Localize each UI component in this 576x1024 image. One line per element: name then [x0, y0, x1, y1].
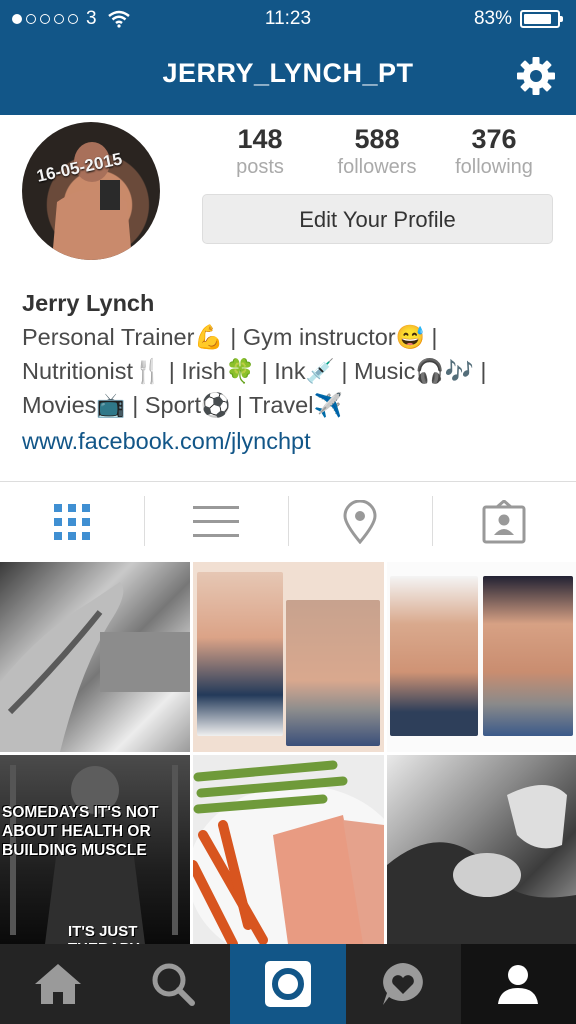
stat-label: followers: [337, 156, 417, 178]
photo-grid: SOMEDAYS IT'S NOT ABOUT HEALTH OR BUILDI…: [0, 562, 576, 944]
battery-icon: [520, 10, 563, 28]
grid-icon: [54, 504, 90, 540]
status-bar: 3 11:23 83%: [0, 0, 576, 38]
stat-label: following: [455, 156, 533, 178]
post-thumbnail[interactable]: [193, 562, 384, 752]
camera-icon: [265, 961, 311, 1007]
activity-heart-icon: [383, 963, 424, 1005]
bio-line: Nutritionist🍴 | Irish🍀 | Ink💉 | Music🎧🎶 …: [22, 358, 487, 384]
avatar[interactable]: 16-05-2015: [22, 122, 160, 260]
battery-percent: 83%: [473, 8, 512, 29]
search-icon: [152, 963, 195, 1006]
tab-grid-view[interactable]: [0, 482, 144, 562]
nav-home[interactable]: [0, 944, 115, 1024]
post-thumbnail[interactable]: [0, 562, 190, 752]
stat-following[interactable]: 376 following: [434, 124, 554, 179]
bicep-photo: [0, 582, 190, 752]
profile-name: Jerry Lynch: [22, 290, 155, 316]
nav-camera[interactable]: [230, 944, 346, 1024]
post-thumbnail[interactable]: [193, 755, 384, 944]
battery-status: 83%: [473, 8, 563, 30]
gear-icon[interactable]: [516, 56, 556, 96]
bottom-navigation: [0, 944, 576, 1024]
quote-text-bottom: IT'S JUST THERAPY: [68, 923, 140, 944]
nav-search[interactable]: [115, 944, 230, 1024]
avatar-photo: [52, 142, 132, 260]
list-icon: [193, 506, 239, 537]
stat-number: 588: [354, 124, 400, 154]
tagged-person-icon: [482, 500, 526, 544]
post-thumbnail[interactable]: SOMEDAYS IT'S NOT ABOUT HEALTH OR BUILDI…: [0, 755, 190, 944]
post-thumbnail[interactable]: [387, 755, 576, 944]
post-thumbnail[interactable]: [387, 562, 576, 752]
profile-view-tabs: [0, 482, 576, 562]
home-icon: [34, 964, 81, 1004]
stat-posts[interactable]: 148 posts: [200, 124, 320, 179]
tab-location-view[interactable]: [288, 482, 432, 562]
profile-icon: [498, 965, 539, 1004]
map-pin-icon: [343, 500, 377, 544]
quote-text-top: SOMEDAYS IT'S NOT ABOUT HEALTH OR BUILDI…: [2, 804, 159, 859]
bio-line: Movies📺 | Sport⚽ | Travel✈️: [22, 392, 343, 418]
stat-followers[interactable]: 588 followers: [317, 124, 437, 179]
profile-username: JERRY_LYNCH_PT: [162, 58, 414, 88]
tab-tagged-view[interactable]: [432, 482, 576, 562]
baby-hand-photo: [387, 785, 576, 944]
nav-activity[interactable]: [346, 944, 461, 1024]
profile-bio: Jerry Lynch Personal Trainer💪 | Gym inst…: [22, 286, 562, 458]
meal-photo: [193, 760, 384, 944]
stat-number: 148: [237, 124, 283, 154]
tab-list-view[interactable]: [144, 482, 288, 562]
bio-line: Personal Trainer💪 | Gym instructor😅 |: [22, 324, 438, 350]
edit-profile-button[interactable]: Edit Your Profile: [202, 194, 553, 244]
nav-profile[interactable]: [460, 944, 576, 1024]
header-bar: 3 11:23 83% JERRY_LYNCH_PT: [0, 0, 576, 115]
stat-number: 376: [471, 124, 517, 154]
profile-website-link[interactable]: www.facebook.com/jlynchpt: [22, 424, 562, 458]
stat-label: posts: [236, 156, 284, 178]
